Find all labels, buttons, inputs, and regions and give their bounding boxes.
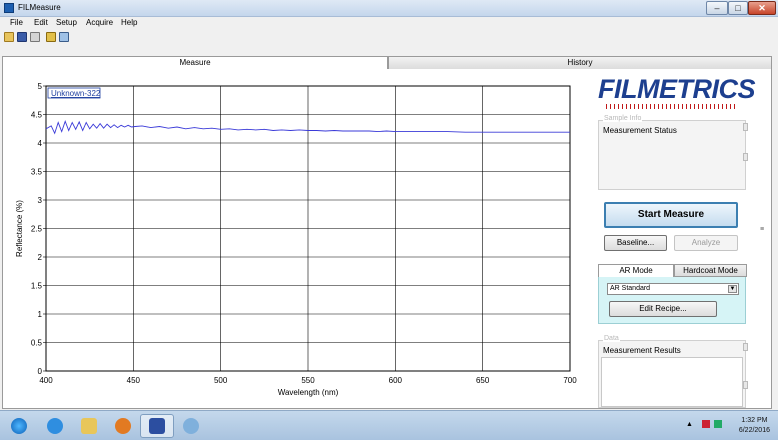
- legend-label: Unknown-322: [51, 89, 101, 98]
- print-icon[interactable]: [30, 32, 40, 42]
- menu-acquire[interactable]: Acquire: [86, 18, 113, 27]
- x-tick-label: 450: [127, 376, 141, 385]
- x-tick-label: 500: [214, 376, 228, 385]
- baseline-button[interactable]: Baseline...: [604, 235, 667, 251]
- sample-info-label: Sample Info: [603, 115, 643, 122]
- measurement-status-label: Measurement Status: [603, 126, 677, 135]
- network-icon[interactable]: [714, 420, 722, 428]
- mode-panel: AR Mode Hardcoat Mode AR Standard ▼ Edit…: [598, 264, 747, 324]
- copy-icon[interactable]: [59, 32, 69, 42]
- panel-splitter-mark[interactable]: ≡: [760, 226, 766, 236]
- action-center-icon[interactable]: [702, 420, 710, 428]
- maximize-button[interactable]: □: [728, 1, 748, 15]
- menu-file[interactable]: File: [10, 18, 23, 27]
- spectrum-chart: 400 450 500 550 600 650 700 0 0.5 1 1.5 2 2.5 3 3.5 4 4.…: [14, 76, 584, 406]
- close-button[interactable]: ✕: [748, 1, 776, 15]
- taskbar-ie[interactable]: [38, 414, 72, 438]
- x-tick-label: 700: [563, 376, 577, 385]
- results-scroll-thumb[interactable]: [743, 381, 748, 389]
- internet-explorer-icon: [47, 418, 63, 434]
- taskbar-paint[interactable]: [174, 414, 208, 438]
- y-tick-label: 5: [38, 82, 43, 91]
- menu-setup[interactable]: Setup: [56, 18, 77, 27]
- system-tray: ▲ 1:32 PM 6/22/2016: [680, 411, 778, 440]
- panel-scroll-thumb[interactable]: [743, 153, 748, 161]
- panel-scroll-up[interactable]: [743, 123, 748, 131]
- menu-edit[interactable]: Edit: [34, 18, 48, 27]
- paint-icon: [183, 418, 199, 434]
- tab-hardcoat-mode[interactable]: Hardcoat Mode: [674, 264, 747, 277]
- save-icon[interactable]: [17, 32, 27, 42]
- x-tick-label: 650: [476, 376, 490, 385]
- y-tick-label: 0: [38, 367, 43, 376]
- y-tick-label: 3: [38, 196, 43, 205]
- filmeasure-app-icon: [149, 418, 165, 434]
- results-scroll-up[interactable]: [743, 343, 748, 351]
- tray-expand-icon[interactable]: ▲: [686, 421, 693, 428]
- y-tick-label: 1: [38, 310, 43, 319]
- results-panel: Data Measurement Results: [598, 335, 748, 408]
- x-tick-label: 400: [39, 376, 53, 385]
- clock-time: 1:32 PM: [741, 417, 768, 424]
- toolbar: [0, 30, 778, 44]
- window-title: FILMeasure: [18, 3, 61, 12]
- taskbar-media-player[interactable]: [106, 414, 140, 438]
- analyze-button[interactable]: Analyze: [674, 235, 738, 251]
- y-axis-label: Reflectance (%): [15, 200, 24, 257]
- chart-svg: 400 450 500 550 600 650 700 0 0.5 1 1.5 2 2.5 3 3.5 4 4.…: [15, 82, 577, 397]
- x-axis-label: Wavelength (nm): [278, 388, 339, 397]
- y-tick-label: 1.5: [31, 282, 43, 291]
- recipe-select[interactable]: AR Standard ▼: [607, 283, 739, 295]
- menu-help[interactable]: Help: [121, 18, 137, 27]
- logo-wordmark: FILMETRICS: [598, 74, 756, 104]
- measurement-results-label: Measurement Results: [603, 346, 681, 355]
- recipe-selected-value: AR Standard: [610, 285, 651, 292]
- title-bar: FILMeasure – □ ✕: [0, 0, 778, 17]
- y-tick-label: 2.5: [31, 225, 43, 234]
- clock-date: 6/22/2016: [738, 427, 770, 434]
- chevron-down-icon[interactable]: ▼: [728, 285, 737, 293]
- logo-ruler-mark: [606, 104, 738, 109]
- menu-bar: File Edit Setup Acquire Help: [0, 17, 778, 30]
- taskbar: ▲ 1:32 PM 6/22/2016: [0, 410, 778, 440]
- filmetrics-logo: FILMETRICS: [598, 74, 756, 112]
- tab-measure[interactable]: Measure: [2, 56, 388, 70]
- start-button[interactable]: [2, 414, 36, 438]
- taskbar-filmeasure[interactable]: [140, 414, 174, 438]
- y-tick-label: 3.5: [31, 168, 43, 177]
- start-measure-button[interactable]: Start Measure: [604, 202, 738, 228]
- y-tick-label: 4: [38, 139, 43, 148]
- edit-recipe-button[interactable]: Edit Recipe...: [609, 301, 717, 317]
- settings-icon[interactable]: [46, 32, 56, 42]
- start-orb-icon: [11, 418, 27, 434]
- x-tick-label: 600: [389, 376, 403, 385]
- x-tick-label: 550: [301, 376, 315, 385]
- data-label: Data: [603, 335, 620, 342]
- main-tabs: Measure History: [2, 56, 772, 70]
- y-tick-label: 0.5: [31, 339, 43, 348]
- tab-ar-mode[interactable]: AR Mode: [598, 264, 674, 277]
- minimize-button[interactable]: –: [706, 1, 728, 15]
- y-tick-label: 4.5: [31, 111, 43, 120]
- results-textbox[interactable]: [601, 357, 743, 407]
- y-tick-label: 2: [38, 253, 43, 262]
- app-icon: [4, 3, 14, 13]
- sample-info-panel: Sample Info Measurement Status: [598, 115, 748, 190]
- tab-history[interactable]: History: [388, 56, 772, 70]
- media-player-icon: [115, 418, 131, 434]
- open-icon[interactable]: [4, 32, 14, 42]
- file-explorer-icon: [81, 418, 97, 434]
- clock[interactable]: 1:32 PM 6/22/2016: [739, 416, 770, 436]
- taskbar-explorer[interactable]: [72, 414, 106, 438]
